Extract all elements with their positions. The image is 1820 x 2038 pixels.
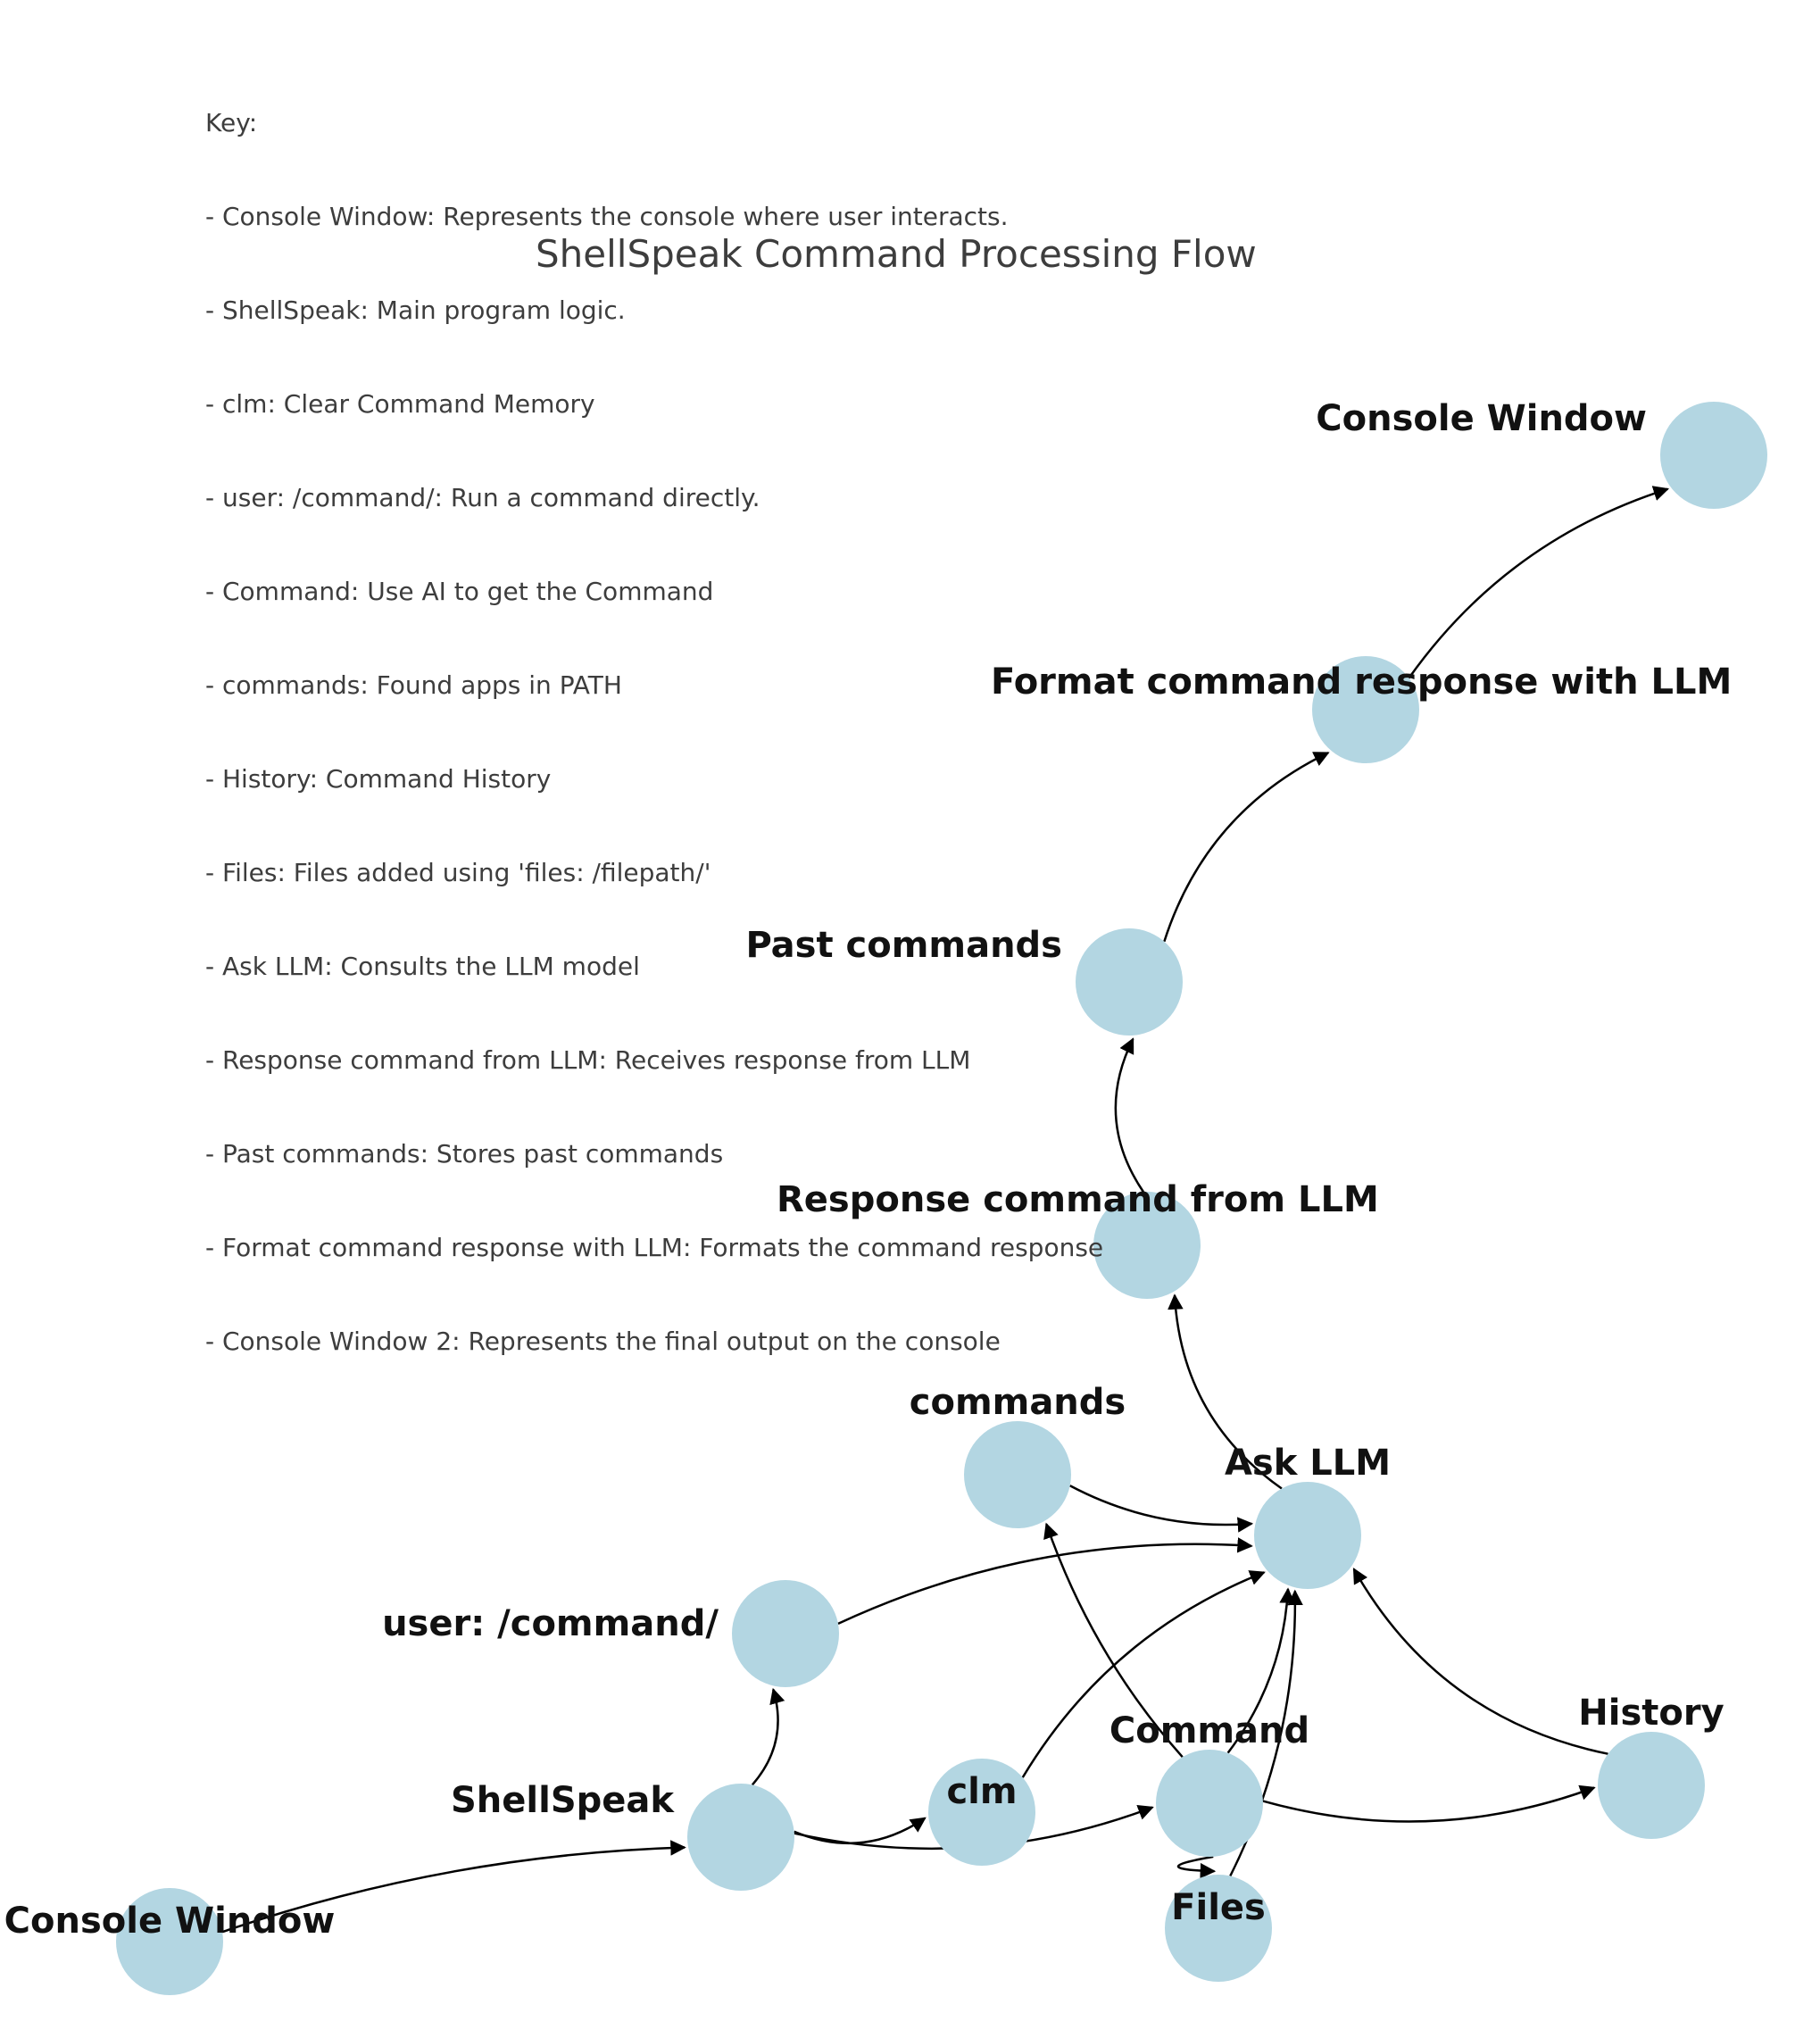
node-console_window_2 xyxy=(1660,402,1767,509)
legend-line: - Command: Use AI to get the Command xyxy=(205,576,1103,607)
edge-response_llm-to-past_commands xyxy=(1116,1039,1143,1192)
legend-line: - clm: Clear Command Memory xyxy=(205,388,1103,420)
legend-line: - user: /command/: Run a command directl… xyxy=(205,482,1103,513)
edge-past_commands-to-format_with_llm xyxy=(1164,753,1328,941)
edge-format_with_llm-to-console_window_2 xyxy=(1409,489,1667,678)
edge-command-to-history xyxy=(1263,1788,1594,1822)
legend-line: - Past commands: Stores past commands xyxy=(205,1138,1103,1169)
node-label-ask_llm: Ask LLM xyxy=(1225,1443,1391,1484)
edge-shellspeak-to-clm xyxy=(794,1818,926,1843)
node-label-user_command: user: /command/ xyxy=(382,1603,719,1644)
node-shellspeak xyxy=(687,1784,794,1891)
edge-shellspeak-to-user_command xyxy=(752,1690,778,1785)
legend-line: - History: Command History xyxy=(205,763,1103,794)
node-label-history: History xyxy=(1578,1693,1724,1734)
node-label-console_window_2: Console Window xyxy=(1316,398,1647,439)
legend-line: - Console Window: Represents the console… xyxy=(205,201,1103,232)
node-label-console_window_1: Console Window xyxy=(4,1901,336,1942)
node-command xyxy=(1156,1750,1263,1857)
node-label-command: Command xyxy=(1109,1710,1309,1751)
node-label-files: Files xyxy=(1171,1887,1266,1928)
node-commands xyxy=(964,1421,1071,1528)
edge-history-to-ask_llm xyxy=(1354,1569,1608,1754)
legend-line: - ShellSpeak: Main program logic. xyxy=(205,295,1103,326)
node-history xyxy=(1598,1732,1705,1839)
legend-line: - Files: Files added using 'files: /file… xyxy=(205,857,1103,888)
legend-heading: Key: xyxy=(205,107,1103,138)
legend-line: - commands: Found apps in PATH xyxy=(205,670,1103,701)
edge-user_command-to-ask_llm xyxy=(838,1544,1251,1624)
edge-command-to-files xyxy=(1178,1857,1214,1871)
legend-line: - Response command from LLM: Receives re… xyxy=(205,1044,1103,1076)
legend-key: Key: - Console Window: Represents the co… xyxy=(205,45,1103,1419)
legend-line: - Format command response with LLM: Form… xyxy=(205,1232,1103,1263)
node-user_command xyxy=(732,1580,839,1687)
edge-commands-to-ask_llm xyxy=(1070,1485,1252,1525)
node-label-shellspeak: ShellSpeak xyxy=(451,1780,674,1821)
node-label-clm: clm xyxy=(946,1771,1017,1812)
legend-line: - Ask LLM: Consults the LLM model xyxy=(205,951,1103,982)
node-ask_llm xyxy=(1254,1482,1361,1589)
diagram-stage: ShellSpeak Command Processing Flow Key: … xyxy=(0,0,1820,2038)
legend-line: - Console Window 2: Represents the final… xyxy=(205,1326,1103,1357)
